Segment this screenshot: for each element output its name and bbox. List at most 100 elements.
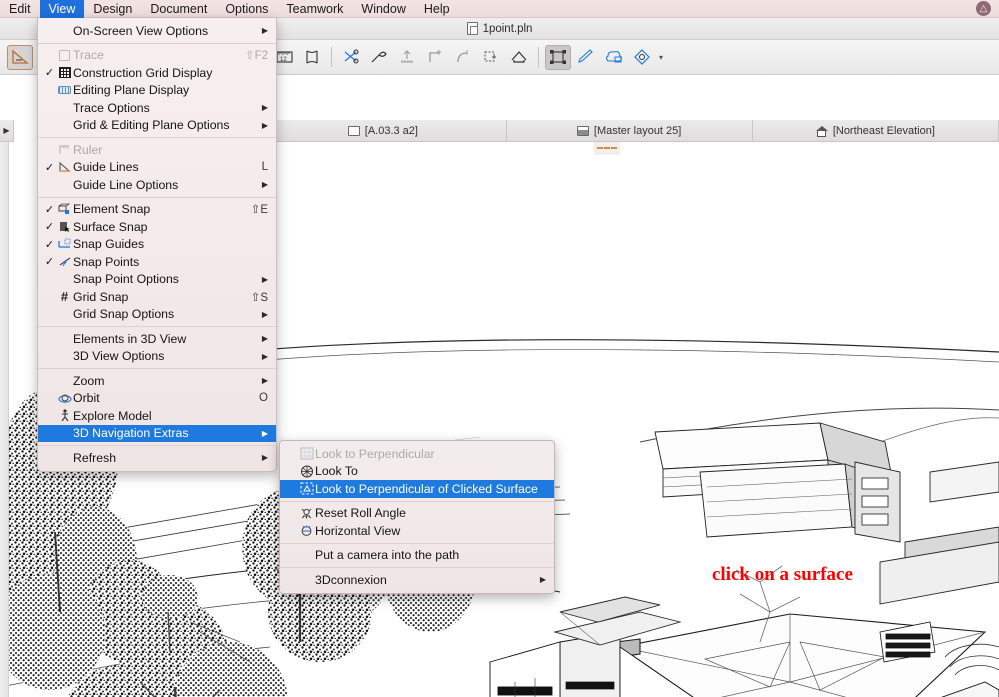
nav-submenu-item-put-a-camera-into-the-path[interactable]: Put a camera into the path [280, 547, 554, 565]
menu-item-label: Grid Snap [73, 289, 129, 304]
tab-label: [A.03.3 a2] [364, 125, 418, 137]
menubar-item-teamwork[interactable]: Teamwork [277, 0, 352, 18]
menu-item-label: Grid Snap Options [73, 307, 175, 322]
menu-item-label: Put a camera into the path [315, 548, 460, 563]
menubar-item-document[interactable]: Document [141, 0, 216, 18]
menubar-item-help[interactable]: Help [415, 0, 459, 18]
nav-submenu-item-look-to[interactable]: Look To [280, 463, 554, 481]
menu-item-label: Trace Options [73, 100, 150, 115]
group-icon[interactable] [545, 44, 572, 70]
menu-item-label: Editing Plane Display [73, 83, 190, 98]
view-menu-item-zoom[interactable]: Zoom ▶ [38, 372, 276, 390]
menu-item-label: Look to Perpendicular [315, 446, 435, 461]
intersect-icon[interactable] [422, 45, 448, 70]
menu-item-label: Surface Snap [73, 219, 148, 234]
menu-separator [38, 368, 276, 369]
menu-item-label: 3D View Options [73, 349, 165, 364]
element-snap-icon [56, 203, 73, 215]
nav-submenu-item-reset-roll-angle[interactable]: Reset Roll Angle [280, 505, 554, 523]
menu-item-label: Element Snap [73, 202, 151, 217]
archicad-logo-icon[interactable]: △ [976, 1, 991, 16]
view-menu-item-3d-view-options[interactable]: 3D View Options ▶ [38, 348, 276, 366]
nav-submenu-item-horizontal-view[interactable]: Horizontal View [280, 522, 554, 540]
surface-snap-icon [56, 221, 73, 233]
menu-separator [38, 445, 276, 446]
archicad-window: click on a surface Edit View Design Documen… [0, 0, 999, 697]
orbit-3d-icon[interactable] [629, 45, 655, 70]
tab-1[interactable]: [A.03.3 a2] [260, 120, 507, 142]
checkmark-icon: ✓ [44, 203, 55, 216]
view-menu-item-grid-snap[interactable]: # Grid Snap ⇧S [38, 288, 276, 306]
view-menu-item-3d-navigation-extras[interactable]: 3D Navigation Extras ▶ [38, 424, 276, 442]
house-icon[interactable] [506, 45, 532, 70]
view-menu-item-construction-grid-display[interactable]: ✓ Construction Grid Display [38, 64, 276, 82]
magic-wand-icon[interactable] [366, 45, 392, 70]
scissors-icon[interactable] [338, 45, 364, 70]
nav-submenu-item-3dconnexion[interactable]: 3Dconnexion ▶ [280, 571, 554, 589]
menu-item-shortcut: ⇧S [250, 291, 268, 304]
submenu-arrow-icon: ▶ [261, 334, 268, 344]
menu-item-label: Look To [315, 464, 358, 479]
view-menu-item-ruler: Ruler [38, 141, 276, 159]
menu-item-label: Reset Roll Angle [315, 506, 406, 521]
checkmark-icon: ✓ [44, 161, 55, 174]
pencil-surface-icon[interactable] [573, 45, 599, 70]
view-menu-item-explore-model[interactable]: Explore Model [38, 407, 276, 425]
menu-item-shortcut: ⇧E [250, 204, 268, 217]
menu-item-label: Trace [73, 48, 104, 63]
left-sidebar-rail[interactable] [0, 142, 9, 697]
multiply-icon[interactable] [478, 45, 504, 70]
cloud-icon[interactable] [601, 45, 627, 70]
marquee-icon[interactable] [299, 45, 325, 70]
submenu-separator [280, 500, 554, 502]
view-menu-item-on-screen-view-options[interactable]: On-Screen View Options ▶ [38, 22, 276, 40]
menubar-item-view[interactable]: View [39, 0, 85, 18]
view-menu-item-snap-points[interactable]: ✓ Snap Points [38, 253, 276, 271]
menubar-item-edit[interactable]: Edit [0, 0, 40, 18]
checkmark-icon: ✓ [44, 238, 55, 251]
view-menu-item-snap-guides[interactable]: ✓ Snap Guides [38, 236, 276, 254]
submenu-arrow-icon: ▶ [261, 180, 268, 190]
menu-item-label: Snap Guides [73, 237, 145, 252]
view-menu-item-surface-snap[interactable]: ✓ Surface Snap [38, 218, 276, 236]
snap-points-icon [56, 256, 73, 268]
toolbar-overflow-icon[interactable]: ▾ [659, 53, 663, 62]
menubar-item-window[interactable]: Window [352, 0, 414, 18]
menu-bar: Edit View Design Document Options Teamwork Win… [0, 0, 999, 18]
view-menu-item-element-snap[interactable]: ✓ Element Snap ⇧E [38, 201, 276, 219]
menubar-item-design[interactable]: Design [84, 0, 141, 18]
view-menu-item-elements-in-3d-view[interactable]: Elements in 3D View ▶ [38, 330, 276, 348]
selection-arrow-icon[interactable] [7, 44, 33, 70]
menubar-item-options[interactable]: Options [216, 0, 277, 18]
adjust-icon[interactable] [394, 45, 420, 70]
tab-scroll-left-icon[interactable]: ▶ [0, 120, 14, 141]
master-layout-icon [576, 126, 589, 136]
view-menu-dropdown[interactable]: On-Screen View Options ▶ Trace ⇧F2 ✓ Construc… [37, 18, 277, 472]
submenu-arrow-icon: ▶ [261, 351, 268, 361]
view-menu-item-editing-plane-display[interactable]: Editing Plane Display [38, 82, 276, 100]
view-menu-item-orbit[interactable]: Orbit O [38, 390, 276, 408]
tab-3[interactable]: [Northeast Elevation] [753, 120, 999, 142]
view-menu-item-trace-options[interactable]: Trace Options ▶ [38, 99, 276, 117]
trace-icon [56, 49, 73, 61]
menu-item-shortcut: L [261, 161, 268, 174]
checkmark-icon: ✓ [44, 67, 55, 80]
view-menu-item-grid-snap-options[interactable]: Grid Snap Options ▶ [38, 306, 276, 324]
menu-item-label: Explore Model [73, 408, 152, 423]
submenu-arrow-icon: ▶ [261, 309, 268, 319]
view-menu-item-guide-lines[interactable]: ✓ Guide Lines L [38, 159, 276, 177]
snap-guides-icon [56, 238, 73, 250]
tab-2[interactable]: [Master layout 25] [507, 120, 753, 142]
view-menu-item-snap-point-options[interactable]: Snap Point Options ▶ [38, 271, 276, 289]
view-menu-item-refresh[interactable]: Refresh ▶ [38, 449, 276, 467]
nav-submenu-item-look-to-perpendicular-of-clicked-surface[interactable]: Look to Perpendicular of Clicked Surface [280, 480, 554, 498]
tab-label: [Northeast Elevation] [832, 125, 935, 137]
view-menu-item-grid-editing-plane-options[interactable]: Grid & Editing Plane Options ▶ [38, 117, 276, 135]
submenu-arrow-icon: ▶ [539, 575, 546, 585]
document-title: 1point.pln [482, 22, 533, 35]
menu-item-label: Ruler [73, 142, 103, 157]
annotation-label: click on a surface [712, 564, 853, 585]
view-menu-item-guide-line-options[interactable]: Guide Line Options ▶ [38, 176, 276, 194]
fillet-icon[interactable] [450, 45, 476, 70]
3d-navigation-extras-submenu[interactable]: Look to Perpendicular Look To Look to Perp… [279, 440, 555, 594]
